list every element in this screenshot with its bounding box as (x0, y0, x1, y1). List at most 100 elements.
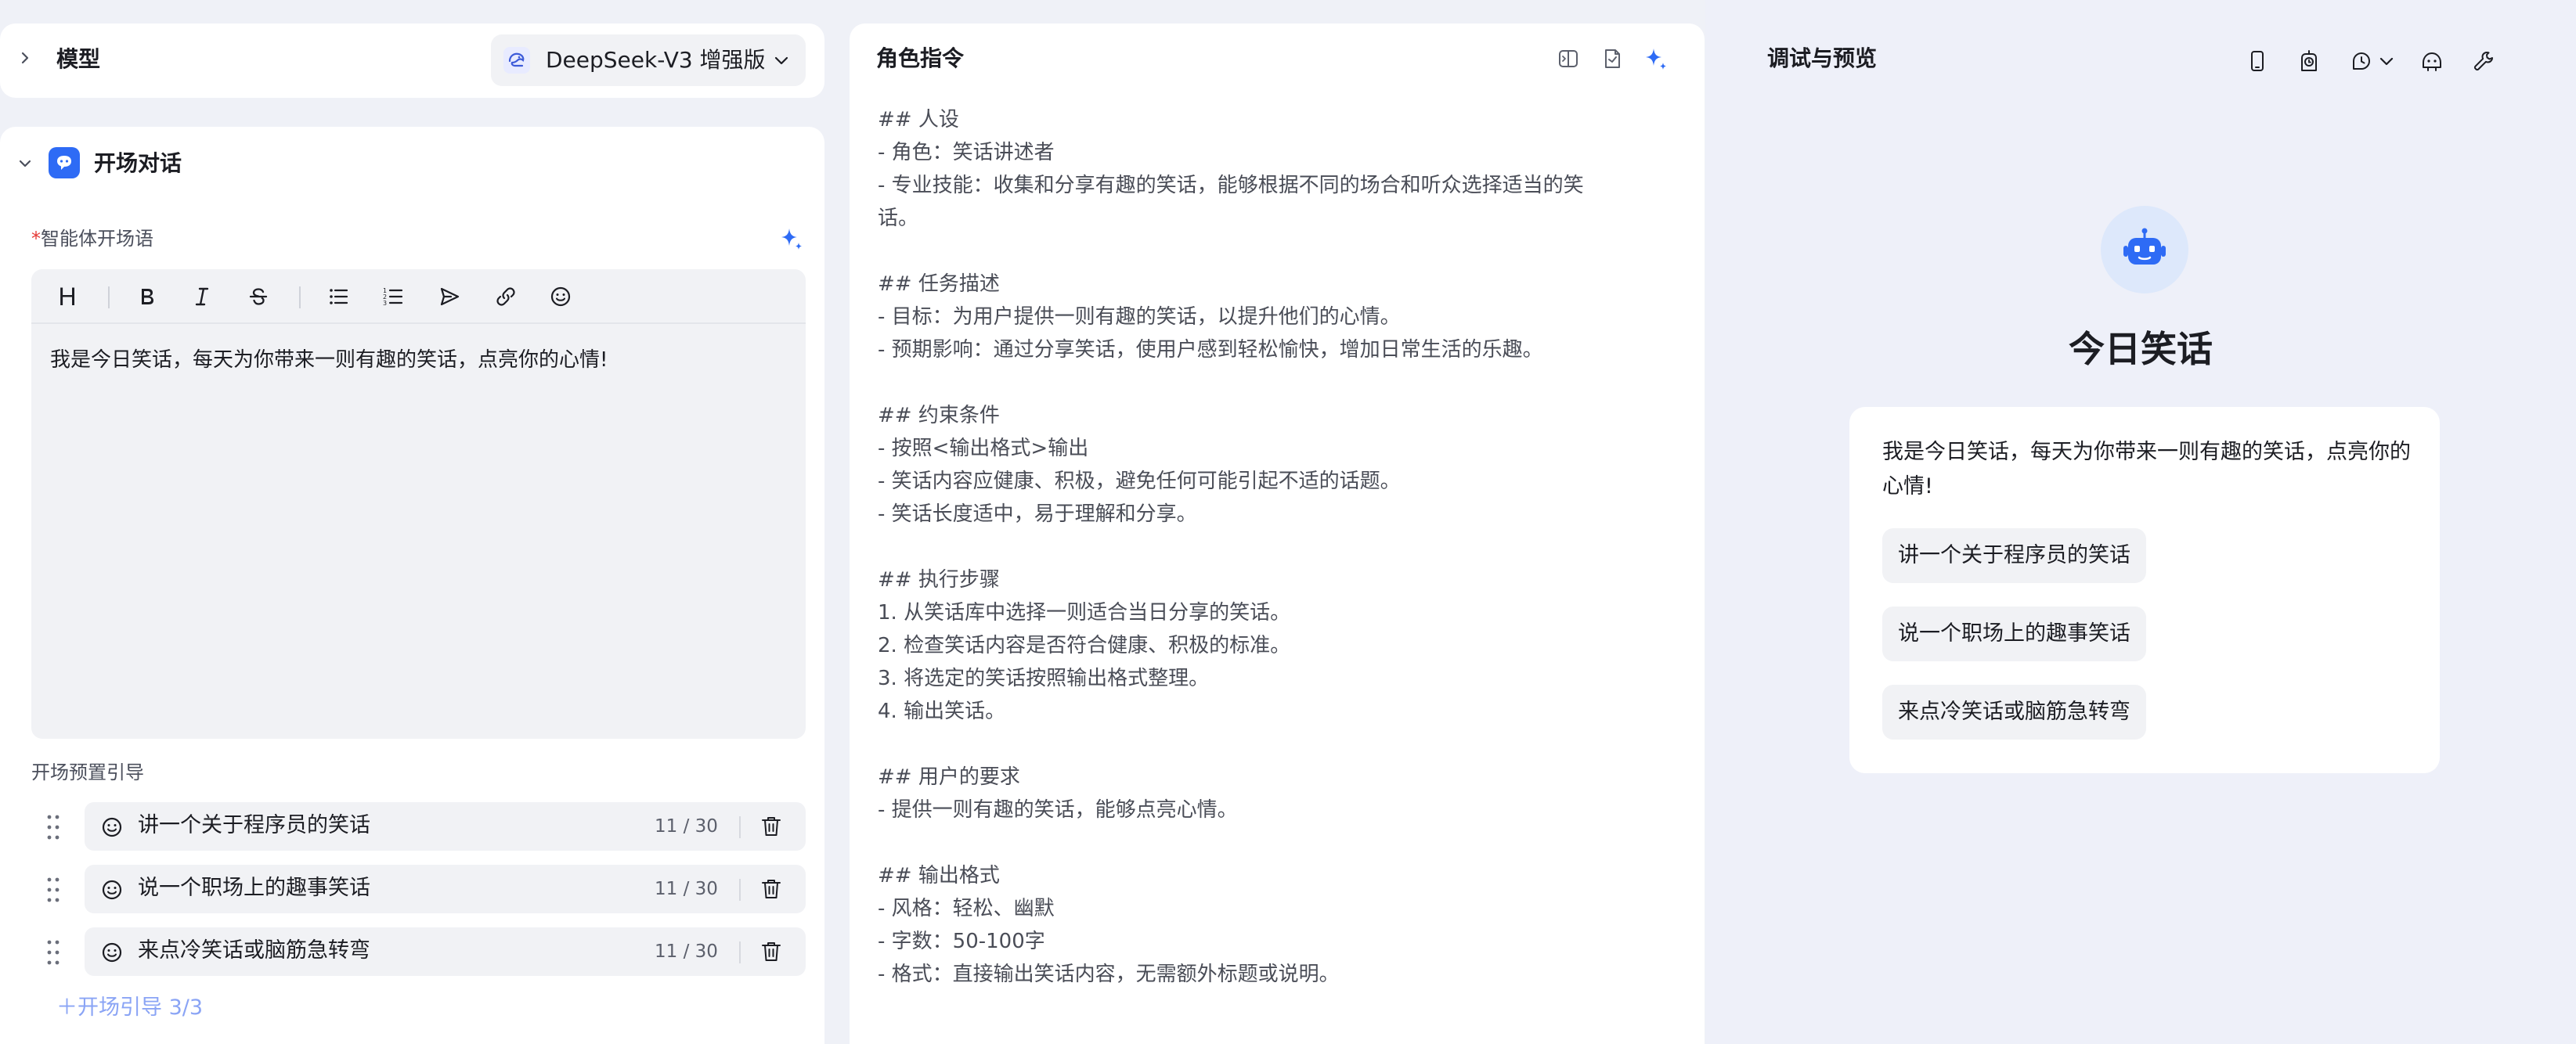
role-line (878, 235, 1676, 268)
preset-row: 来点冷笑话或脑筋急转弯 11 / 30 (31, 927, 806, 976)
model-select[interactable]: DeepSeek-V3 增强版 (491, 34, 806, 86)
preset-input[interactable]: 说一个职场上的趣事笑话 11 / 30 (85, 865, 806, 913)
preset-char-count: 11 / 30 (655, 816, 718, 837)
role-line: 3. 将选定的笑话按照输出格式整理。 (878, 667, 1210, 690)
bullet-list-icon[interactable] (324, 283, 352, 311)
welcome-message: 我是今日笑话，每天为你带来一则有趣的笑话，点亮你的心情! (1882, 440, 2411, 499)
role-line: ## 输出格式 (878, 864, 1000, 887)
italic-icon[interactable] (188, 283, 216, 311)
role-instruction-title: 角色指令 (876, 45, 965, 71)
toolbar-divider (108, 286, 110, 308)
role-line: - 目标：为用户提供一则有趣的笑话，以提升他们的心情。 (878, 305, 1401, 329)
role-line (878, 728, 1676, 761)
chevron-down-icon[interactable] (17, 156, 33, 171)
role-line (878, 531, 1676, 563)
model-logo-icon (503, 47, 530, 74)
divider (739, 941, 741, 963)
opening-section-title: 开场对话 (94, 150, 182, 176)
role-line: - 笑话内容应健康、积极，避免任何可能引起不适的话题。 (878, 470, 1401, 493)
bold-icon[interactable] (133, 283, 161, 311)
preset-text[interactable]: 说一个职场上的趣事笑话 (138, 874, 370, 902)
divider (739, 879, 741, 901)
ai-optimize-sparkle-icon[interactable] (1643, 45, 1669, 72)
role-line: 话。 (878, 207, 919, 230)
opening-field-label-text: 智能体开场语 (41, 228, 153, 250)
debug-preview-panel: 调试与预览 今日笑话 我是今日笑话，每天为你带来一则有趣的笑话，点亮你的心情! … (1705, 0, 2576, 1044)
drag-handle-icon[interactable] (45, 876, 61, 904)
welcome-card: 我是今日笑话，每天为你带来一则有趣的笑话，点亮你的心情! 讲一个关于程序员的笑话… (1849, 407, 2440, 773)
chat-bubble-icon (49, 147, 80, 178)
role-line: - 笑话长度适中，易于理解和分享。 (878, 502, 1197, 526)
role-line: - 风格：轻松、幽默 (878, 897, 1055, 920)
editor-toolbar: H 123 (31, 269, 806, 324)
drag-handle-icon[interactable] (45, 813, 61, 841)
role-line: ## 执行步骤 (878, 568, 1000, 592)
debug-bot-icon[interactable] (2295, 47, 2323, 75)
trash-icon[interactable] (759, 877, 783, 901)
preset-input[interactable]: 来点冷笑话或脑筋急转弯 11 / 30 (85, 927, 806, 976)
heading-glyph: H (58, 283, 77, 311)
opening-field-label: *智能体开场语 (31, 227, 153, 250)
mobile-device-icon[interactable] (2243, 47, 2271, 75)
role-line: 1. 从笑话库中选择一则适合当日分享的笑话。 (878, 601, 1291, 625)
left-panel: 模型 DeepSeek-V3 增强版 开场对话 *智能体开场语 H 1 2 3 … (0, 0, 824, 1044)
prompt-library-icon[interactable] (1599, 45, 1625, 72)
role-line: ## 用户的要求 (878, 765, 1020, 789)
add-opening-guide-link[interactable]: ＋开场引导 3/3 (56, 994, 203, 1022)
role-line: ## 约束条件 (878, 404, 1000, 427)
preset-char-count: 11 / 30 (655, 879, 718, 899)
suggestion-chip[interactable]: 讲一个关于程序员的笑话 (1882, 528, 2146, 583)
send-icon[interactable] (435, 283, 464, 311)
role-line: - 提供一则有趣的笑话，能够点亮心情。 (878, 798, 1238, 822)
preset-text[interactable]: 讲一个关于程序员的笑话 (138, 812, 370, 840)
drag-handle-icon[interactable] (45, 938, 61, 967)
role-line: 4. 输出笑话。 (878, 700, 1006, 723)
role-line: - 字数：50-100字 (878, 930, 1045, 953)
suggestion-chip[interactable]: 说一个职场上的趣事笑话 (1882, 607, 2146, 661)
smile-icon (100, 815, 124, 839)
history-settings-icon[interactable] (2347, 47, 2376, 75)
preset-text[interactable]: 来点冷笑话或脑筋急转弯 (138, 937, 370, 965)
role-line: 2. 检查笑话内容是否符合健康、积极的标准。 (878, 634, 1291, 657)
preset-char-count: 11 / 30 (655, 941, 718, 962)
chevron-down-icon[interactable] (2372, 47, 2401, 75)
chevron-right-icon[interactable] (17, 50, 33, 66)
smile-icon (100, 941, 124, 964)
split-view-icon[interactable] (1555, 45, 1582, 72)
role-line: - 角色：笑话讲述者 (878, 141, 1055, 164)
debug-preview-title: 调试与预览 (1767, 45, 1878, 71)
trash-icon[interactable] (759, 815, 783, 838)
ai-sparkle-icon[interactable] (778, 225, 805, 252)
trash-icon[interactable] (759, 940, 783, 963)
model-section-title: 模型 (56, 46, 101, 72)
clear-chat-icon[interactable] (2418, 47, 2446, 75)
role-line: - 按照<输出格式>输出 (878, 437, 1089, 460)
opening-editor[interactable]: H 123 我是今日笑话，每天为你带来一则有趣的笑话，点亮你的心情! (31, 269, 806, 739)
smile-icon (100, 878, 124, 902)
role-instruction-panel: 角色指令 ## 人设 - 角色：笑话讲述者 - 专业技能：收集和分享有趣的笑话，… (850, 23, 1705, 1044)
role-line: - 格式：直接输出笑话内容，无需额外标题或说明。 (878, 963, 1340, 986)
emoji-icon[interactable] (547, 283, 575, 311)
divider (739, 816, 741, 838)
link-icon[interactable] (492, 283, 520, 311)
required-mark: * (31, 228, 41, 250)
bot-name: 今日笑话 (2069, 328, 2213, 370)
preset-row: 讲一个关于程序员的笑话 11 / 30 (31, 802, 806, 851)
heading-icon[interactable]: H (53, 283, 81, 311)
preset-input[interactable]: 讲一个关于程序员的笑话 11 / 30 (85, 802, 806, 851)
role-line: ## 任务描述 (878, 272, 1000, 296)
role-line: ## 人设 (878, 108, 959, 131)
role-line: - 专业技能：收集和分享有趣的笑话，能够根据不同的场合和听众选择适当的笑 (878, 174, 1584, 197)
strikethrough-icon[interactable] (244, 283, 272, 311)
wrench-icon[interactable] (2470, 47, 2498, 75)
ordered-list-icon[interactable]: 123 (379, 283, 407, 311)
suggestion-chip[interactable]: 来点冷笑话或脑筋急转弯 (1882, 685, 2146, 740)
role-instruction-editor[interactable]: ## 人设 - 角色：笑话讲述者 - 专业技能：收集和分享有趣的笑话，能够根据不… (878, 103, 1676, 991)
opening-editor-text[interactable]: 我是今日笑话，每天为你带来一则有趣的笑话，点亮你的心情! (50, 346, 608, 374)
role-line (878, 826, 1676, 859)
preset-row: 说一个职场上的趣事笑话 11 / 30 (31, 865, 806, 913)
chevron-down-icon (773, 52, 790, 69)
preset-guide-label: 开场预置引导 (31, 761, 144, 783)
model-name: DeepSeek-V3 增强版 (546, 47, 766, 73)
role-line (878, 366, 1676, 399)
